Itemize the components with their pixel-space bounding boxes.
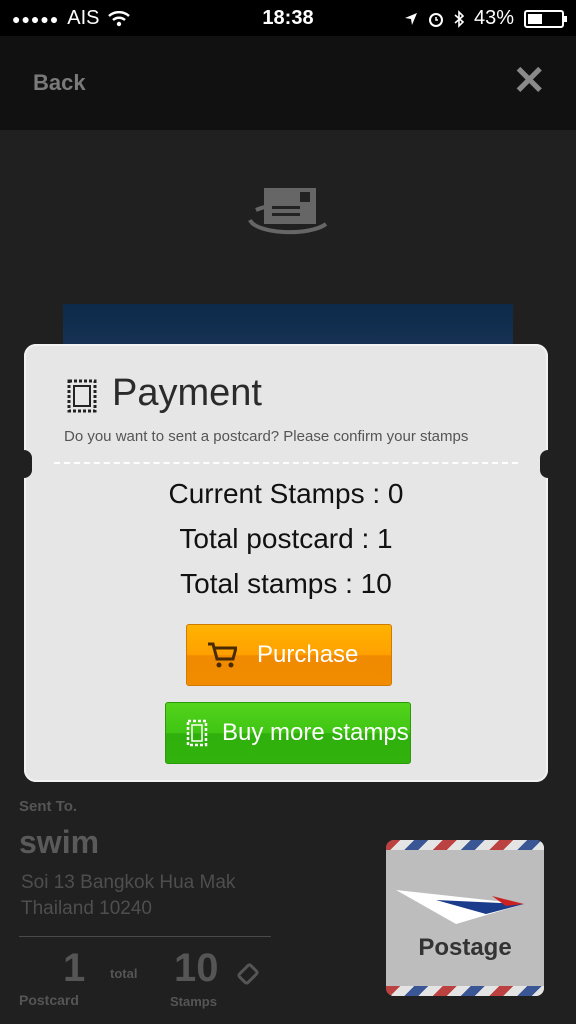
postage-button[interactable]: Postage [386, 840, 544, 996]
mail-rotate-icon [248, 188, 328, 235]
postcard-count: 1 [63, 946, 86, 990]
recipient-name: swim [19, 824, 100, 860]
stamp-icon [186, 719, 208, 747]
recipient-address: Soi 13 Bangkok Hua Mak Thailand 10240 [21, 870, 235, 922]
ticket-perforation [54, 462, 518, 464]
battery-percent: 43% [473, 7, 514, 29]
dialog-subtitle: Do you want to sent a postcard? Please c… [64, 428, 469, 445]
bluetooth-icon [454, 9, 464, 28]
payment-dialog: Payment Do you want to sent a postcard? … [16, 344, 556, 782]
status-bar: ●●●●● AIS 18:38 43% [0, 0, 576, 36]
alarm-icon [428, 12, 443, 27]
airmail-plane-icon [396, 890, 524, 924]
close-icon[interactable]: ✕ [512, 58, 546, 104]
current-stamps: Current Stamps : 0 [168, 478, 404, 509]
stamps-count: 10 [174, 946, 219, 990]
total-postcard: Total postcard : 1 [179, 523, 393, 554]
tag-icon [237, 963, 259, 985]
postcard-label: Postcard [19, 992, 79, 1008]
postage-label: Postage [418, 934, 512, 961]
back-button[interactable]: Back [33, 70, 86, 96]
purchase-label: Purchase [257, 641, 359, 668]
purchase-button[interactable]: Purchase [186, 624, 392, 686]
location-icon [404, 12, 417, 25]
total-stamps: Total stamps : 10 [180, 568, 392, 599]
status-right: 43% [404, 7, 567, 30]
total-label: total [110, 966, 138, 981]
address-line-2: Thailand 10240 [21, 898, 152, 919]
airmail-stripe-top [386, 840, 544, 850]
stamps-label: Stamps [170, 994, 217, 1009]
cart-icon [208, 642, 237, 668]
buy-more-stamps-button[interactable]: Buy more stamps [165, 702, 411, 764]
nav-bar: Back ✕ [0, 36, 576, 130]
airmail-stripe-bottom [386, 986, 544, 996]
battery-icon [524, 9, 567, 28]
dialog-title: Payment [112, 372, 262, 414]
stamp-icon [67, 379, 97, 413]
address-line-1: Soi 13 Bangkok Hua Mak [21, 872, 236, 893]
divider [19, 936, 271, 937]
sent-to-label: Sent To. [19, 798, 78, 815]
buy-more-label: Buy more stamps [222, 719, 409, 746]
ticket-notch-right [540, 450, 556, 478]
ticket-notch-left [16, 450, 32, 478]
